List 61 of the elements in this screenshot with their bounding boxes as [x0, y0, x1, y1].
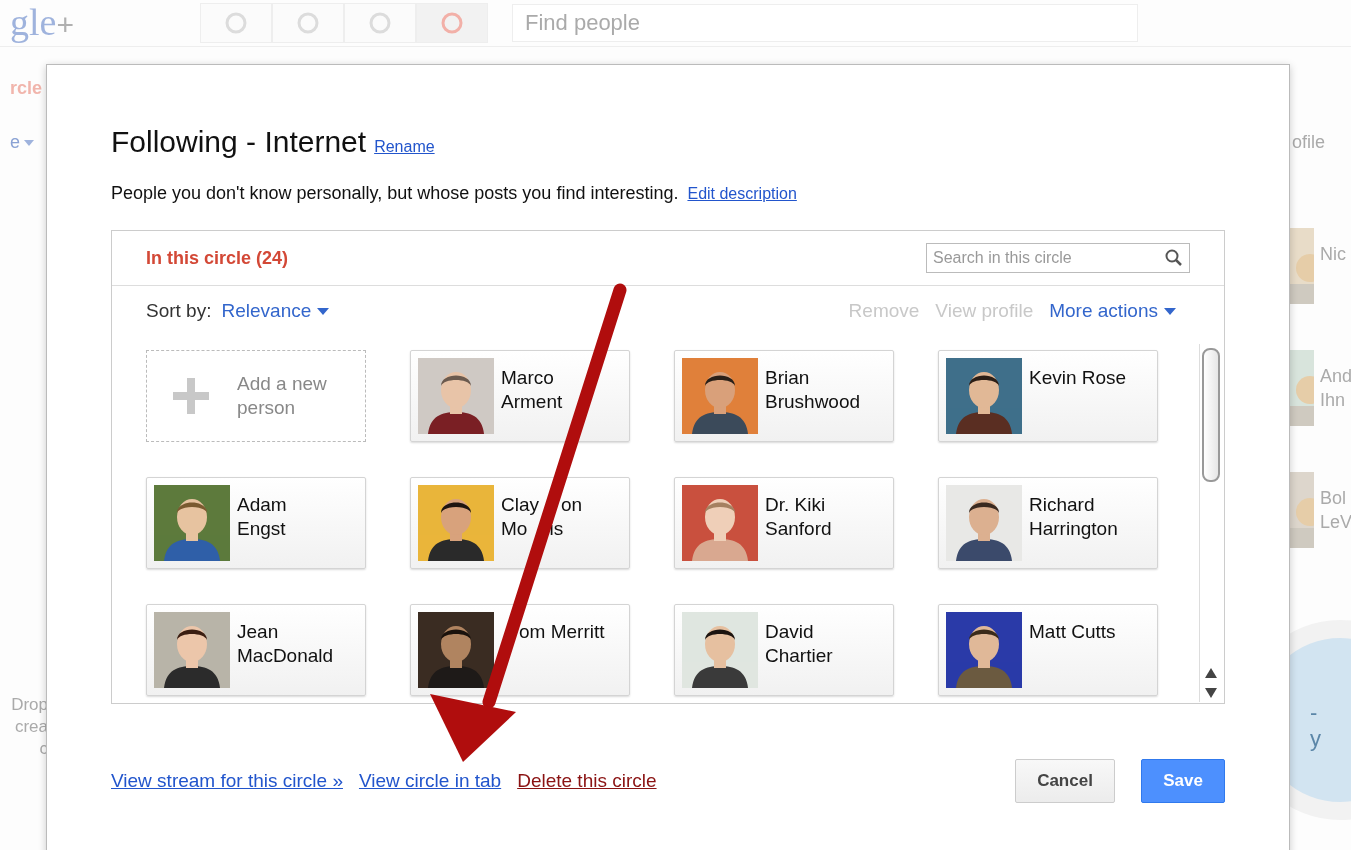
plus-icon [173, 378, 209, 414]
circle-tab[interactable]: In this circle (24) [146, 247, 289, 269]
person-name: Sanford [765, 517, 832, 541]
sort-dropdown[interactable]: Relevance [221, 300, 330, 322]
edit-description-link[interactable]: Edit description [687, 185, 797, 203]
scroll-down-icon[interactable] [1205, 688, 1217, 698]
person-name: Marco [501, 366, 554, 390]
person-name: Jean [237, 620, 279, 644]
footer-link[interactable]: View circle in tab [358, 770, 502, 792]
cancel-button[interactable]: Cancel [1015, 759, 1115, 803]
person-card[interactable]: Marco Arment [410, 350, 630, 442]
person-name: Matt Cutts [1029, 620, 1116, 644]
person-name: And Ihn [1320, 365, 1351, 412]
person-card[interactable]: David Chartier [674, 604, 894, 696]
person-name: Dr. Kiki [765, 493, 826, 517]
scrollbar[interactable] [1199, 344, 1222, 702]
person-name: Mo [501, 517, 528, 541]
caret-icon [317, 307, 330, 315]
person-name: Adam [237, 493, 287, 517]
person-name: Harrington [1029, 517, 1118, 541]
scroll-up-icon[interactable] [1205, 668, 1217, 678]
person-name: Clay [501, 493, 539, 517]
person-name: om Merritt [519, 620, 605, 644]
person-name: Nic [1320, 243, 1346, 266]
dialog-title: Following - Internet [111, 125, 367, 159]
person-name: Brian [765, 366, 810, 390]
person-name: Richard [1029, 493, 1095, 517]
menu-label: e [10, 132, 20, 153]
rename-link[interactable]: Rename [374, 138, 435, 156]
person-card[interactable]: Kevin Rose [938, 350, 1158, 442]
person-name: Engst [237, 517, 286, 541]
person-name: MacDonald [237, 644, 334, 668]
person-card[interactable]: Jean MacDonald [146, 604, 366, 696]
person-card[interactable]: Adam Engst [146, 477, 366, 569]
person-name: Kevin Rose [1029, 366, 1127, 390]
search-icon [1164, 248, 1184, 268]
tab-label: rcle [10, 78, 43, 99]
caret-icon [24, 139, 34, 146]
person-name: Brushwood [765, 390, 861, 414]
person-card[interactable]: Dr. Kiki Sanford [674, 477, 894, 569]
person-name: David [765, 620, 814, 644]
person-card[interactable]: Richard Harrington [938, 477, 1158, 569]
sort-label: Sort by: [146, 300, 212, 322]
logo: gle+ [10, 0, 75, 45]
person-card[interactable]: Clay on Mo is [410, 477, 630, 569]
person-name: is [549, 517, 564, 541]
circle-description: People you don't know personally, but whose posts you find interesting. [111, 183, 679, 204]
action-link[interactable]: More actions [1049, 300, 1176, 322]
scrollbar-thumb[interactable] [1202, 348, 1220, 482]
search-field[interactable]: Search in this circle [926, 243, 1190, 273]
person-name: Chartier [765, 644, 833, 668]
toolbar-icon[interactable] [416, 3, 488, 43]
person-name: Arment [501, 390, 563, 414]
footer-link[interactable]: Delete this circle [517, 770, 657, 792]
person-card[interactable]: om Merritt [410, 604, 630, 696]
footer-link[interactable]: View stream for this circle » [111, 770, 343, 792]
add-person-button[interactable]: Add a new person [146, 350, 366, 442]
person-name: on [561, 493, 583, 517]
action-label: ofile [1292, 132, 1326, 153]
person-card[interactable]: Matt Cutts [938, 604, 1158, 696]
person-card[interactable]: Brian Brushwood [674, 350, 894, 442]
